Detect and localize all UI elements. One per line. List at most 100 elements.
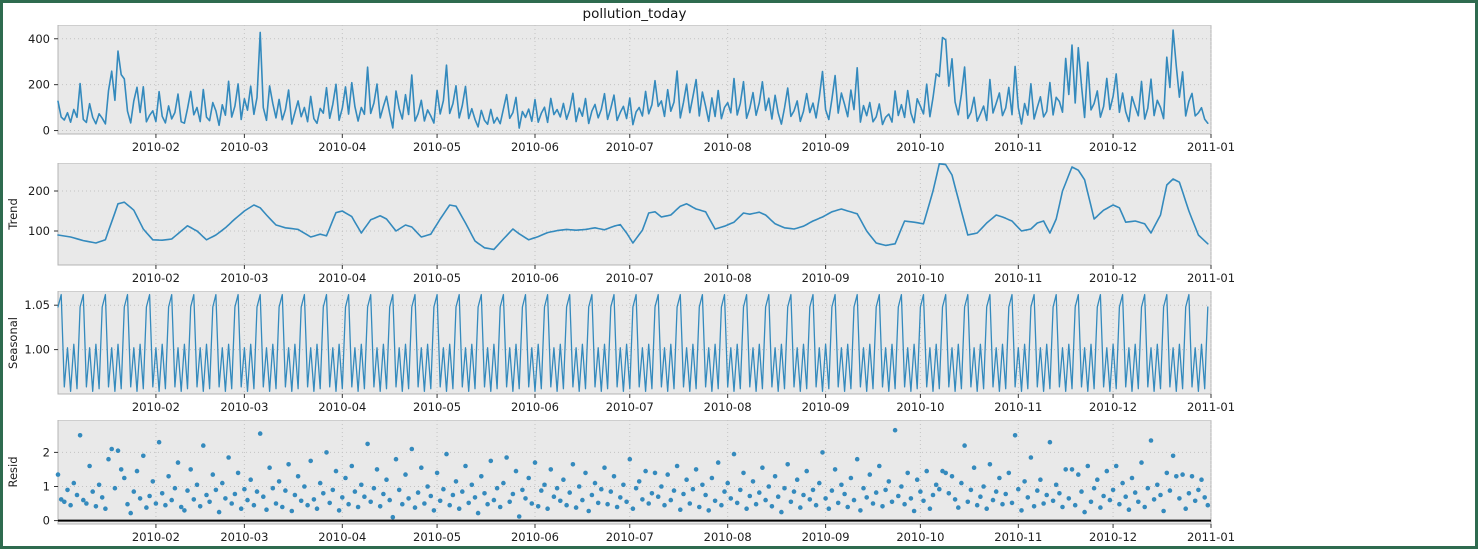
data-point xyxy=(997,475,1002,481)
data-point xyxy=(867,472,873,477)
x-tick-label: 2010-04 xyxy=(318,400,366,414)
data-point xyxy=(248,477,253,482)
data-point xyxy=(794,477,800,482)
data-point xyxy=(842,491,847,497)
data-point xyxy=(336,508,342,513)
data-point xyxy=(722,489,727,494)
data-point xyxy=(387,497,393,503)
data-point xyxy=(829,488,835,493)
data-point xyxy=(1079,489,1084,494)
data-point xyxy=(757,490,762,495)
data-point xyxy=(987,462,993,467)
data-point xyxy=(144,505,149,510)
data-point xyxy=(118,467,124,472)
data-point xyxy=(1047,439,1053,445)
data-point xyxy=(618,495,623,500)
data-point xyxy=(864,495,869,500)
x-tick-label: 2011-01 xyxy=(1187,530,1235,544)
data-point xyxy=(371,485,377,491)
data-point xyxy=(207,499,212,505)
data-point xyxy=(956,505,961,510)
data-point xyxy=(959,480,964,486)
data-point xyxy=(223,496,228,501)
data-point xyxy=(482,491,487,496)
data-point xyxy=(1076,472,1081,477)
data-point xyxy=(390,514,396,520)
data-point xyxy=(1035,488,1040,493)
data-point xyxy=(974,502,980,508)
data-point xyxy=(147,493,152,499)
data-point xyxy=(1148,438,1154,443)
data-point xyxy=(908,496,914,501)
x-tick-label: 2010-03 xyxy=(220,140,268,154)
data-point xyxy=(216,509,222,515)
data-point xyxy=(204,492,209,498)
data-point xyxy=(510,491,516,497)
data-point xyxy=(226,455,231,460)
data-point xyxy=(930,492,936,498)
data-point xyxy=(283,488,288,493)
x-tick-label: 2010-09 xyxy=(802,271,850,285)
data-point xyxy=(978,494,983,499)
data-point xyxy=(1129,475,1135,481)
data-point xyxy=(220,480,225,486)
x-tick-label: 2010-09 xyxy=(802,140,850,154)
data-point xyxy=(1113,463,1119,469)
data-point xyxy=(504,455,509,460)
data-point xyxy=(807,497,813,502)
data-point xyxy=(314,506,320,511)
data-point xyxy=(257,431,263,436)
data-point xyxy=(134,468,140,474)
data-point xyxy=(456,506,462,511)
data-point xyxy=(788,499,794,505)
data-point xyxy=(276,479,282,484)
data-point xyxy=(472,495,478,500)
data-point xyxy=(899,484,904,489)
observed-plot: 0 200 400 2010-02 2010-03 2010-04 2010-05 2010-… xyxy=(28,25,1235,154)
data-point xyxy=(937,486,942,492)
data-point xyxy=(602,465,607,470)
data-point xyxy=(681,491,686,497)
data-point xyxy=(340,495,345,500)
data-point xyxy=(1028,455,1034,460)
data-point xyxy=(81,497,86,503)
data-point xyxy=(1126,507,1132,512)
data-point xyxy=(769,504,775,509)
x-tick-label: 2010-10 xyxy=(896,271,944,285)
data-point xyxy=(668,497,674,503)
trend-plot: 100 200 2010-02 2010-03 2010-04 2010-05 2010-0… xyxy=(6,163,1235,285)
data-point xyxy=(993,489,999,494)
data-point xyxy=(425,484,430,489)
data-point xyxy=(163,502,168,508)
data-point xyxy=(1066,496,1072,501)
data-point xyxy=(1038,477,1043,482)
data-point xyxy=(137,496,143,501)
x-tick-label: 2010-08 xyxy=(704,400,752,414)
data-point xyxy=(286,462,291,467)
data-point xyxy=(403,472,408,477)
data-point xyxy=(946,491,952,496)
data-point xyxy=(861,485,866,491)
data-point xyxy=(77,433,83,438)
y-tick-label: 1 xyxy=(43,479,50,493)
data-point xyxy=(779,509,784,515)
data-point xyxy=(962,443,967,448)
data-point xyxy=(305,502,310,508)
data-point xyxy=(646,501,651,506)
x-tick-label: 2010-04 xyxy=(318,140,366,154)
data-point xyxy=(1012,433,1018,438)
data-point xyxy=(488,458,494,464)
data-point xyxy=(90,489,95,494)
data-point xyxy=(905,470,910,476)
data-point xyxy=(229,501,234,506)
data-point xyxy=(437,498,443,504)
y-tick-label: 200 xyxy=(28,78,50,92)
data-point xyxy=(201,443,206,448)
data-point xyxy=(725,480,730,486)
data-point xyxy=(507,499,512,505)
data-point xyxy=(971,465,977,470)
x-tick-label: 2010-06 xyxy=(511,271,559,285)
data-point xyxy=(914,477,920,482)
data-point xyxy=(1003,491,1008,497)
data-point xyxy=(1060,504,1065,510)
